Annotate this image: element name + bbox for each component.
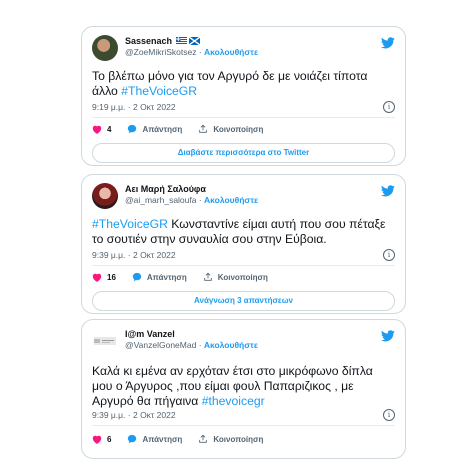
follow-link[interactable]: Ακολουθήστε <box>204 47 258 57</box>
scotland-flag-icon <box>188 36 201 46</box>
tweet-text: #TheVoiceGR Κωνσταντίνε είμαι αυτή που σ… <box>92 217 386 246</box>
tweet-text: Το βλέπω μόνο για τον Αργυρό δε με νοιάζ… <box>92 69 368 98</box>
heart-icon <box>92 125 102 134</box>
share-label: Κοινοποίηση <box>213 124 264 134</box>
share-icon <box>199 124 208 133</box>
share-icon <box>204 272 212 281</box>
avatar-image <box>94 337 116 345</box>
reply-bubble-icon <box>128 434 137 444</box>
share-icon <box>199 434 208 443</box>
twitter-bird-icon[interactable] <box>381 185 395 197</box>
tweet-text: Καλά κι εμένα αν ερχόταν έτσι στο μικρόφ… <box>92 364 373 408</box>
info-icon[interactable]: i <box>383 249 395 261</box>
like-count: 16 <box>107 272 116 282</box>
reply-bubble-icon <box>132 272 142 282</box>
like-count: 6 <box>107 434 112 444</box>
author-name[interactable]: I@m Vanzel <box>125 329 258 340</box>
author-handle-line: @ZoeMikriSkotsez · Ακολουθήστε <box>125 47 258 57</box>
heart-icon <box>92 435 102 444</box>
avatar[interactable] <box>92 35 118 61</box>
author-handle-line: @ai_marh_saloufa · Ακολουθήστε <box>125 195 259 205</box>
author-block: Sassenach @ZoeMikriSkotsez · Ακολουθήστε <box>125 36 258 58</box>
share-label: Κοινοποίηση <box>217 272 268 282</box>
share-button[interactable]: Κοινοποίηση <box>198 434 263 444</box>
read-more-button[interactable]: Διαβάστε περισσότερα στο Twitter <box>92 143 395 163</box>
tweet-card[interactable]: Sassenach @ZoeMikriSkotsez · Ακολουθήστε… <box>81 26 406 166</box>
tweet-timestamp[interactable]: 9:19 μ.μ. · 2 Οκτ 2022 <box>92 102 176 112</box>
share-button[interactable]: Κοινοποίηση <box>198 124 263 134</box>
hashtag-link[interactable]: #TheVoiceGR <box>121 84 197 98</box>
tweet-header: Sassenach @ZoeMikriSkotsez · Ακολουθήστε <box>92 35 395 65</box>
like-button[interactable]: 16 <box>92 273 116 282</box>
divider <box>92 425 395 426</box>
tweet-header: Αει Μαρή Σαλούφα @ai_marh_saloufa · Ακολ… <box>92 183 395 213</box>
tweet-header: I@m Vanzel @VanzelGoneMad · Ακολουθήστε <box>92 328 395 358</box>
tweet-card[interactable]: I@m Vanzel @VanzelGoneMad · Ακολουθήστε … <box>81 319 406 459</box>
avatar[interactable] <box>92 183 118 209</box>
reply-button[interactable]: Απάντηση <box>127 434 182 444</box>
avatar[interactable] <box>92 328 118 354</box>
reply-button[interactable]: Απάντηση <box>132 272 187 282</box>
action-bar: 4 Απάντηση Κοινοποίηση <box>92 124 279 134</box>
info-icon[interactable]: i <box>383 409 395 421</box>
divider <box>92 265 395 266</box>
author-name[interactable]: Sassenach <box>125 36 258 47</box>
action-bar: 16 Απάντηση Κοινοποίηση <box>92 272 284 282</box>
read-replies-button[interactable]: Ανάγνωση 3 απαντήσεων <box>92 291 395 311</box>
author-handle[interactable]: @ZoeMikriSkotsez <box>125 47 196 57</box>
reply-label: Απάντηση <box>142 124 183 134</box>
author-block: Αει Μαρή Σαλούφα @ai_marh_saloufa · Ακολ… <box>125 184 258 206</box>
tweet-timestamp[interactable]: 9:39 μ.μ. · 2 Οκτ 2022 <box>92 250 176 260</box>
reply-label: Απάντηση <box>146 272 187 282</box>
hashtag-link[interactable]: #TheVoiceGR <box>92 217 168 231</box>
like-button[interactable]: 4 <box>92 125 111 134</box>
divider <box>92 117 395 118</box>
greek-flag-icon <box>175 37 187 45</box>
follow-link[interactable]: Ακολουθήστε <box>204 340 258 350</box>
tweet-timestamp[interactable]: 9:39 μ.μ. · 2 Οκτ 2022 <box>92 410 176 420</box>
follow-link[interactable]: Ακολουθήστε <box>204 195 258 205</box>
author-handle[interactable]: @ai_marh_saloufa <box>125 195 196 205</box>
hashtag-link[interactable]: #thevoicegr <box>202 394 265 408</box>
reply-button[interactable]: Απάντηση <box>127 124 182 134</box>
action-bar: 6 Απάντηση Κοινοποίηση <box>92 434 279 444</box>
twitter-bird-icon[interactable] <box>381 330 395 342</box>
author-handle-line: @VanzelGoneMad · Ακολουθήστε <box>125 340 258 350</box>
info-icon[interactable]: i <box>383 101 395 113</box>
share-button[interactable]: Κοινοποίηση <box>203 272 268 282</box>
like-button[interactable]: 6 <box>92 435 111 444</box>
tweet-card[interactable]: Αει Μαρή Σαλούφα @ai_marh_saloufa · Ακολ… <box>81 174 406 314</box>
reply-label: Απάντηση <box>142 434 183 444</box>
author-block: I@m Vanzel @VanzelGoneMad · Ακολουθήστε <box>125 329 258 351</box>
author-handle[interactable]: @VanzelGoneMad <box>125 340 196 350</box>
like-count: 4 <box>107 124 112 134</box>
reply-bubble-icon <box>128 124 137 134</box>
twitter-bird-icon[interactable] <box>381 37 395 49</box>
share-label: Κοινοποίηση <box>213 434 264 444</box>
heart-icon <box>92 273 102 282</box>
author-name[interactable]: Αει Μαρή Σαλούφα <box>125 184 258 195</box>
